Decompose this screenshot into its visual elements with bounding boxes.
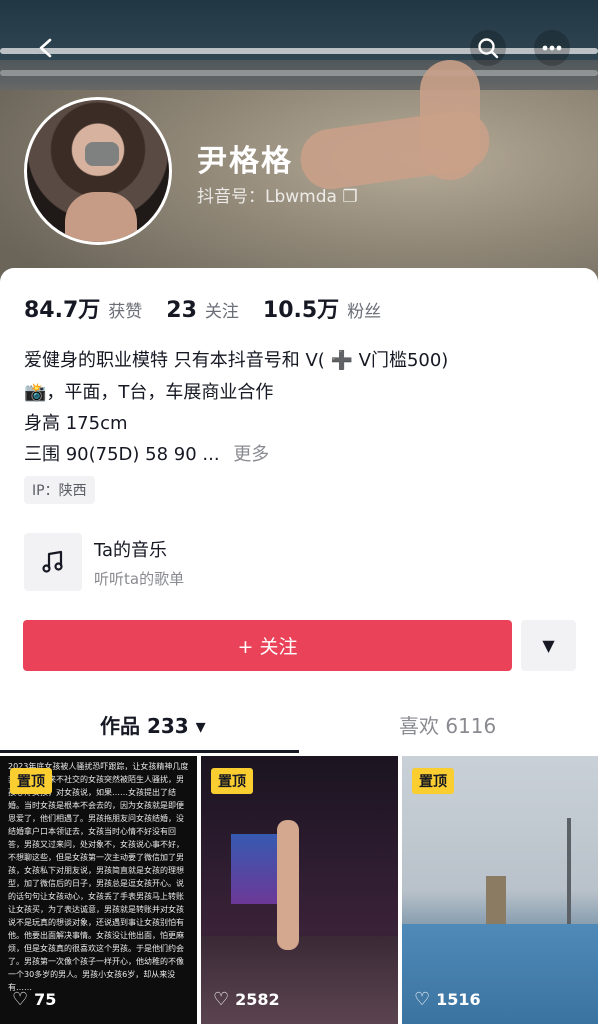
bio-line-2: 📸，平面，T台，车展商业合作 — [24, 382, 274, 403]
video-likes-count: 75 — [34, 990, 57, 1009]
bio-line-4: 三围 90(75D) 58 90 ... — [24, 444, 220, 465]
video-thumbnail[interactable]: 置顶 ♡ 1516 — [402, 756, 598, 1024]
avatar[interactable] — [24, 97, 172, 245]
followers-count[interactable]: 10.5万 — [263, 292, 339, 324]
douyin-id[interactable]: 抖音号：Lbwmda ❐ — [197, 182, 358, 207]
search-icon — [478, 38, 499, 59]
followers-label[interactable]: 粉丝 — [347, 297, 381, 322]
heart-icon: ♡ — [414, 989, 431, 1010]
music-entry[interactable]: Ta的音乐 听听ta的歌单 — [24, 533, 584, 591]
bio-line-4-row: 三围 90(75D) 58 90 ... 更多 — [24, 440, 584, 466]
ip-location-badge: IP：陕西 — [24, 476, 95, 504]
thumbnail-tower-shape — [486, 876, 506, 926]
banner-figure-upper — [420, 60, 480, 180]
thumbnail-text: 2023年底女孩被人骚扰恐吓跟踪，让女孩精神几度奔溃……从来不社交的女孩突然被陌… — [8, 762, 189, 992]
thumbnail-model-shape — [277, 820, 299, 950]
following-label[interactable]: 关注 — [205, 297, 239, 322]
video-likes: ♡ 1516 — [414, 989, 481, 1010]
video-likes: ♡ 75 — [12, 989, 56, 1010]
video-thumbnail[interactable]: 2023年底女孩被人骚扰恐吓跟踪，让女孩精神几度奔溃……从来不社交的女孩突然被陌… — [0, 756, 197, 1024]
avatar-mask-shape — [85, 142, 119, 166]
following-count[interactable]: 23 — [166, 298, 197, 323]
pinned-badge: 置顶 — [10, 768, 52, 794]
caret-down-icon: ▼ — [542, 636, 555, 655]
likes-received-label[interactable]: 获赞 — [108, 297, 142, 322]
bio-line-3: 身高 175cm — [24, 413, 128, 434]
bio-line-1: 爱健身的职业模特 只有本抖音号和 V( ➕ V门槛500) — [24, 350, 449, 371]
music-subtitle: 听听ta的歌单 — [94, 569, 185, 588]
thumbnail-runway-shape — [201, 936, 398, 1024]
video-likes: ♡ 2582 — [213, 989, 280, 1010]
active-tab-indicator — [0, 750, 299, 753]
back-button[interactable] — [28, 30, 64, 66]
music-note-icon — [24, 533, 82, 591]
follow-button[interactable]: + 关注 — [23, 620, 512, 671]
heart-icon: ♡ — [213, 989, 230, 1010]
bio-more-link[interactable]: 更多 — [233, 444, 269, 465]
more-dots-icon — [542, 45, 562, 51]
tab-works[interactable]: 作品 233 ▾ — [100, 710, 206, 739]
pinned-badge: 置顶 — [211, 768, 253, 794]
heart-icon: ♡ — [12, 989, 29, 1010]
back-arrow-icon — [39, 38, 52, 58]
recommend-dropdown-button[interactable]: ▼ — [521, 620, 576, 671]
video-grid: 2023年底女孩被人骚扰恐吓跟踪，让女孩精神几度奔溃……从来不社交的女孩突然被陌… — [0, 756, 598, 1024]
more-button[interactable] — [534, 30, 570, 66]
thumbnail-lamp-post-shape — [567, 818, 571, 928]
stats-row: 84.7万 获赞 23 关注 10.5万 粉丝 — [24, 292, 405, 324]
avatar-body-shape — [65, 192, 137, 242]
content-tabs: 作品 233 ▾ 喜欢 6116 — [0, 700, 598, 753]
tab-likes[interactable]: 喜欢 6116 — [399, 710, 496, 739]
video-thumbnail[interactable]: 置顶 ♡ 2582 — [201, 756, 398, 1024]
pinned-badge: 置顶 — [412, 768, 454, 794]
video-likes-count: 2582 — [235, 990, 280, 1009]
profile-name: 尹格格 — [197, 144, 293, 179]
banner-rail-lower — [0, 70, 598, 76]
music-title: Ta的音乐 — [94, 539, 168, 561]
likes-received-count[interactable]: 84.7万 — [24, 292, 100, 324]
banner-rail — [0, 48, 598, 54]
search-button[interactable] — [470, 30, 506, 66]
video-likes-count: 1516 — [436, 990, 481, 1009]
